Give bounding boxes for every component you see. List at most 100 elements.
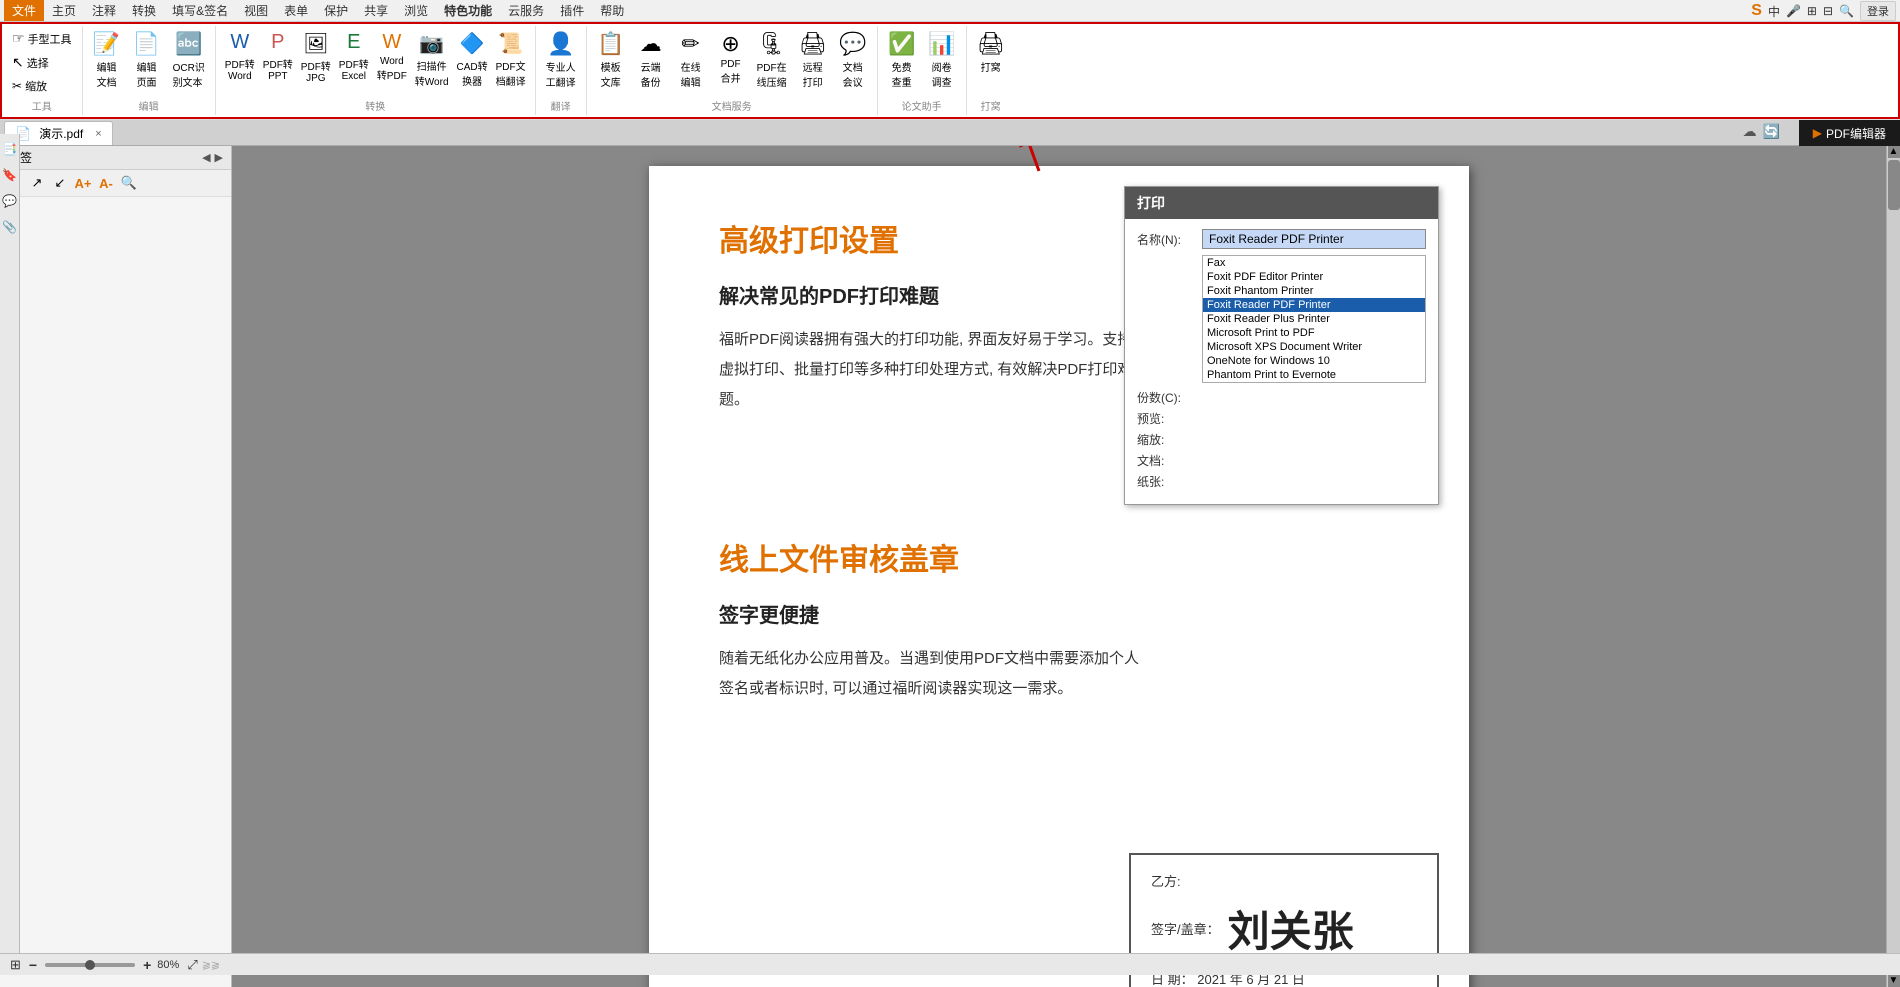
edit-page-button[interactable]: 📄 编辑页面 [129,28,165,92]
pdf-to-excel-button[interactable]: E PDF转Excel [336,28,372,85]
menu-browse[interactable]: 浏览 [396,0,436,21]
menu-view[interactable]: 视图 [236,0,276,21]
printer-onenote[interactable]: OneNote for Windows 10 [1203,354,1425,368]
right-scrollbar[interactable]: ▲ ▼ [1886,146,1900,987]
pdf-merge-button[interactable]: ⊕ PDF合并 [713,28,749,88]
printer-fax[interactable]: Fax [1203,256,1425,270]
print-group-label: 打窝 [973,98,1009,113]
scan-icon: 📷 [419,31,444,56]
doc-service-group-label: 文档服务 [593,98,871,113]
sidebar-tool-bookmark-add2[interactable]: ↙ [50,173,70,193]
sidebar-nav-right[interactable]: ▶ [215,151,223,164]
section1-body: 福昕PDF阅读器拥有强大的打印功能, 界面友好易于学习。支持虚拟打印、批量打印等… [719,325,1139,415]
zoom-minus-btn[interactable]: − [29,957,37,973]
printer-xps[interactable]: Microsoft XPS Document Writer [1203,340,1425,354]
bottom-status-bar: ⊞ − + 80% ⤢ ⫺⫺ [0,953,1900,975]
sidebar-nav-left[interactable]: ◀ [202,151,210,164]
cloud-backup-button[interactable]: ☁ 云端备份 [633,28,669,92]
sidebar-tool-collapse[interactable]: A- [96,173,116,193]
hand-tool-button[interactable]: ☞ 手型工具 [8,28,76,49]
printer-phantom[interactable]: Foxit Phantom Printer [1203,284,1425,298]
print-doc-label: 文档: [1137,452,1202,469]
template-icon: 📋 [597,31,624,57]
cloud-sync-icon[interactable]: ☁ [1743,123,1757,140]
menu-convert[interactable]: 转换 [124,0,164,21]
expert-translate-button[interactable]: 👤 专业人工翻译 [542,28,580,92]
merge-icon: ⊕ [721,31,739,57]
hand-icon: ☞ [12,30,25,47]
strip-icon-4[interactable]: 📎 [2,220,17,234]
cursor-icon: ↖ [12,54,24,71]
print-button[interactable]: 🖨 打窝 [973,28,1009,77]
menu-home[interactable]: 主页 [44,0,84,21]
doc-tab[interactable]: 📄 演示.pdf × [4,121,113,145]
strip-icon-3[interactable]: 💬 [2,194,17,208]
free-check-button[interactable]: ✅ 免费查重 [884,28,920,92]
ocr-button[interactable]: 🔤 OCR识别文本 [169,28,209,92]
close-tab-icon[interactable]: × [95,128,101,140]
template-library-button[interactable]: 📋 模板文库 [593,28,629,92]
paper-assist-group-label: 论文助手 [884,98,960,113]
word-to-pdf-button[interactable]: W Word转PDF [374,28,410,85]
edit-doc-button[interactable]: 📝 编辑文档 [89,28,125,92]
reading-assist-button[interactable]: 📊 阅卷调查 [924,28,960,92]
menu-help[interactable]: 帮助 [592,0,632,21]
menu-special[interactable]: 特色功能 [436,0,500,21]
printer-evernote[interactable]: Phantom Print to Evernote [1203,368,1425,382]
menu-protect[interactable]: 保护 [316,0,356,21]
login-button[interactable]: 登录 [1860,1,1896,21]
sidebar-tool-search[interactable]: 🔍 [119,173,139,193]
menu-sign[interactable]: 填写&签名 [164,0,236,21]
select-tool-button[interactable]: ↖ 选择 [8,52,76,73]
strip-icon-2[interactable]: 🔖 [2,168,17,182]
menu-cloud[interactable]: 云服务 [500,0,552,21]
convert-group-label: 转换 [222,98,529,113]
scan-to-word-button[interactable]: 📷 扫描件转Word [412,28,452,91]
sidebar-tool-bookmark-add[interactable]: ↗ [27,173,47,193]
far-left-strip: 📑 🔖 💬 📎 [0,134,20,953]
pdf-editor-label: ▶ PDF编辑器 [1799,120,1900,146]
word-pdf-icon: W [382,31,401,54]
printer-foxit-editor[interactable]: Foxit PDF Editor Printer [1203,270,1425,284]
menu-form[interactable]: 表单 [276,0,316,21]
party-label: 乙方: [1151,874,1181,889]
pdf-compress-button[interactable]: 🗜 PDF在线压缩 [753,28,791,92]
expand-btn[interactable]: ⤢ [187,957,197,973]
pdf-to-jpg-button[interactable]: 🖼 PDF转JPG [298,28,334,87]
sidebar-content [0,197,231,987]
page-thumbnail-icon[interactable]: ⊞ [10,957,21,973]
chinese-icon[interactable]: 中 [1768,3,1780,20]
strip-icon-1[interactable]: 📑 [2,142,17,156]
printer-foxit-plus[interactable]: Foxit Reader Plus Printer [1203,312,1425,326]
online-edit-button[interactable]: ✏ 在线编辑 [673,28,709,92]
sidebar-tool-expand[interactable]: A+ [73,173,93,193]
menu-file[interactable]: 文件 [4,0,44,21]
crop-tool-button[interactable]: ✂ 缩放 [8,76,76,96]
search-icon[interactable]: 🔍 [1839,4,1854,18]
grid-icon[interactable]: ⊞ [1807,4,1817,18]
zoom-plus-btn[interactable]: + [143,957,151,973]
pdf-translate-button[interactable]: 📜 PDF文档翻译 [493,28,529,91]
pdf-page: 高级打印设置 解决常见的PDF打印难题 福昕PDF阅读器拥有强大的打印功能, 界… [649,166,1469,987]
printer-ms-pdf[interactable]: Microsoft Print to PDF [1203,326,1425,340]
print-dialog: 打印 名称(N): Foxit Reader PDF Printer Fax F… [1124,186,1439,505]
print-zoom-label: 缩放: [1137,431,1202,448]
menu-annotation[interactable]: 注释 [84,0,124,21]
pdf-to-word-button[interactable]: W PDF转Word [222,28,258,85]
cad-icon: 🔷 [460,31,485,56]
menu-share[interactable]: 共享 [356,0,396,21]
zoom-slider[interactable] [45,963,135,967]
menu-plugins[interactable]: 插件 [552,0,592,21]
printer-list: Fax Foxit PDF Editor Printer Foxit Phant… [1202,255,1426,383]
sync-icon[interactable]: 🔄 [1763,123,1780,140]
minus-icon[interactable]: ⊟ [1823,4,1833,18]
print-name-input[interactable]: Foxit Reader PDF Printer [1202,229,1426,249]
diagonal-lines: ⫺⫺ [202,958,220,971]
mic-icon[interactable]: 🎤 [1786,4,1801,18]
edit-group-label: 编辑 [89,98,209,113]
remote-print-button[interactable]: 🖨 远程打印 [795,28,831,92]
cad-converter-button[interactable]: 🔷 CAD转换器 [454,28,491,91]
pdf-to-ppt-button[interactable]: P PDF转PPT [260,28,296,85]
printer-foxit-reader[interactable]: Foxit Reader PDF Printer [1203,298,1425,312]
doc-meeting-button[interactable]: 💬 文档会议 [835,28,871,92]
